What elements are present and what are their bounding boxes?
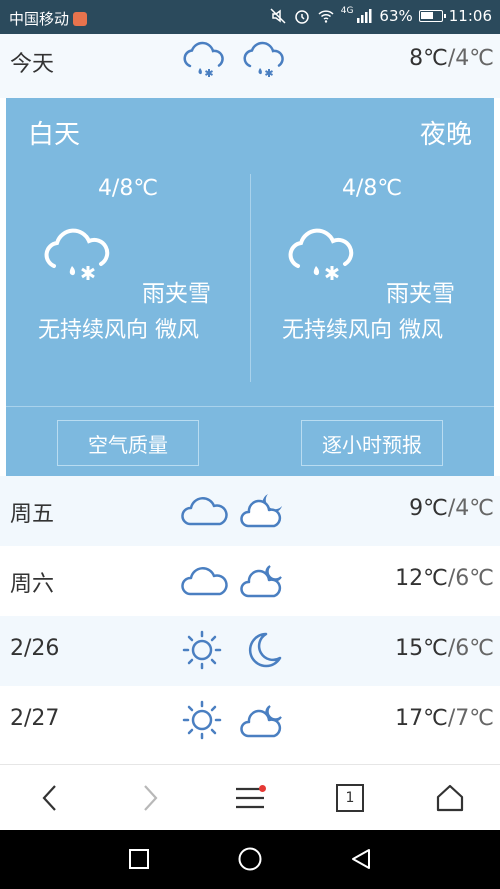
battery-icon: [418, 10, 446, 22]
browser-toolbar: 1: [0, 764, 500, 830]
forecast-day-label: 周五: [10, 502, 55, 527]
mute-icon: [270, 8, 286, 24]
tabs-button[interactable]: 1: [328, 777, 372, 819]
forecast-temp-low: 7℃: [455, 706, 494, 731]
forecast-day-label: 2/27: [10, 706, 60, 731]
today-temp: 8℃/4℃: [409, 46, 494, 71]
hourly-forecast-button[interactable]: 逐小时预报: [301, 420, 443, 466]
air-quality-button[interactable]: 空气质量: [57, 420, 199, 466]
cloudy-icon: [181, 567, 228, 596]
triangle-back-icon: [352, 849, 370, 869]
night-wind: 无持续风向 微风: [282, 318, 443, 343]
forecast-day-label: 2/26: [10, 636, 60, 661]
moon-icon: [248, 632, 282, 668]
forecast-row[interactable]: 2/26 15℃/6℃: [0, 616, 500, 686]
battery-percent: 63%: [379, 7, 413, 25]
home-button[interactable]: [428, 777, 472, 819]
forward-button[interactable]: [128, 777, 172, 819]
forecast-icons: [178, 488, 298, 532]
wifi-icon: [318, 10, 334, 23]
forecast-temp-high: 15℃: [395, 636, 448, 661]
tab-count: 1: [345, 790, 355, 806]
clock: 11:06: [448, 7, 492, 25]
forecast-day-label: 周六: [10, 572, 55, 597]
status-left: 中国移动: [9, 8, 88, 29]
forecast-temp-high: 12℃: [395, 566, 448, 591]
day-temp: 4/8℃: [97, 176, 159, 201]
cloudy-icon: [181, 497, 228, 526]
forward-icon: [144, 785, 158, 811]
carrier-name: 中国移动: [9, 10, 70, 28]
battery-fill: [420, 12, 433, 19]
forecast-row[interactable]: 2/27 17℃/7℃: [0, 686, 500, 756]
system-home-button[interactable]: [235, 844, 265, 874]
recents-icon: [129, 849, 149, 869]
panel-vertical-divider: [250, 174, 251, 382]
today-icons: [178, 40, 298, 84]
forecast-temp: 15℃/6℃: [395, 636, 494, 661]
forecast-row[interactable]: 周五 9℃/4℃: [0, 476, 500, 546]
cloudy-night-icon: [240, 565, 282, 598]
today-row[interactable]: 今天 8℃/4℃: [0, 34, 500, 98]
notification-app-icon: [73, 11, 88, 26]
back-icon: [42, 785, 56, 811]
day-wind: 无持续风向 微风: [38, 318, 199, 343]
today-label: 今天: [10, 52, 55, 77]
status-right: 4G 63% 11:06: [269, 6, 492, 25]
forecast-temp-high: 17℃: [395, 706, 448, 731]
signal-icon: [357, 9, 372, 23]
forecast-row[interactable]: 周六 12℃/6℃: [0, 546, 500, 616]
circle-home-icon: [238, 847, 262, 871]
back-button[interactable]: [28, 777, 72, 819]
forecast-icons: [178, 558, 298, 602]
night-temp: 4/8℃: [341, 176, 403, 201]
day-title: 白天: [28, 120, 81, 150]
cloudy-night-icon: [240, 494, 282, 528]
day-condition: 雨夹雪: [142, 281, 211, 307]
today-temp-high: 8℃: [409, 46, 448, 71]
recents-button[interactable]: [124, 844, 154, 874]
network-type: 4G: [340, 6, 354, 16]
forecast-icons: [178, 628, 298, 672]
sunny-icon: [182, 630, 222, 670]
system-nav-bar: [0, 830, 500, 889]
forecast-temp: 9℃/4℃: [409, 496, 494, 521]
night-title: 夜晚: [419, 120, 472, 150]
today-temp-low: 4℃: [455, 46, 494, 71]
forecast-temp-low: 6℃: [455, 566, 494, 591]
forecast-temp-high: 9℃: [409, 496, 448, 521]
home-icon: [436, 784, 464, 812]
system-back-button[interactable]: [346, 844, 376, 874]
sleet-icon: [183, 41, 224, 77]
night-sleet-icon: [288, 228, 354, 280]
alarm-icon: [294, 10, 309, 24]
forecast-temp: 12℃/6℃: [395, 566, 494, 591]
forecast-temp: 17℃/7℃: [395, 706, 494, 731]
cloudy-night-icon: [240, 705, 282, 738]
night-condition: 雨夹雪: [386, 281, 455, 307]
status-bar: 中国移动 4G 63% 11:06: [0, 0, 500, 34]
panel-horizontal-divider: [6, 406, 494, 407]
forecast-icons: [178, 698, 298, 742]
forecast-temp-low: 6℃: [455, 636, 494, 661]
menu-notification-dot: [259, 785, 266, 792]
sunny-icon: [182, 700, 222, 740]
today-detail-panel: 白天 夜晚 4/8℃ 雨夹雪 无持续风向 微风 4/8℃ 雨夹雪 无持续风向 微…: [6, 98, 494, 476]
forecast-temp-low: 4℃: [455, 496, 494, 521]
day-sleet-icon: [44, 228, 110, 280]
menu-button[interactable]: [228, 777, 272, 819]
sleet-icon: [243, 41, 284, 77]
